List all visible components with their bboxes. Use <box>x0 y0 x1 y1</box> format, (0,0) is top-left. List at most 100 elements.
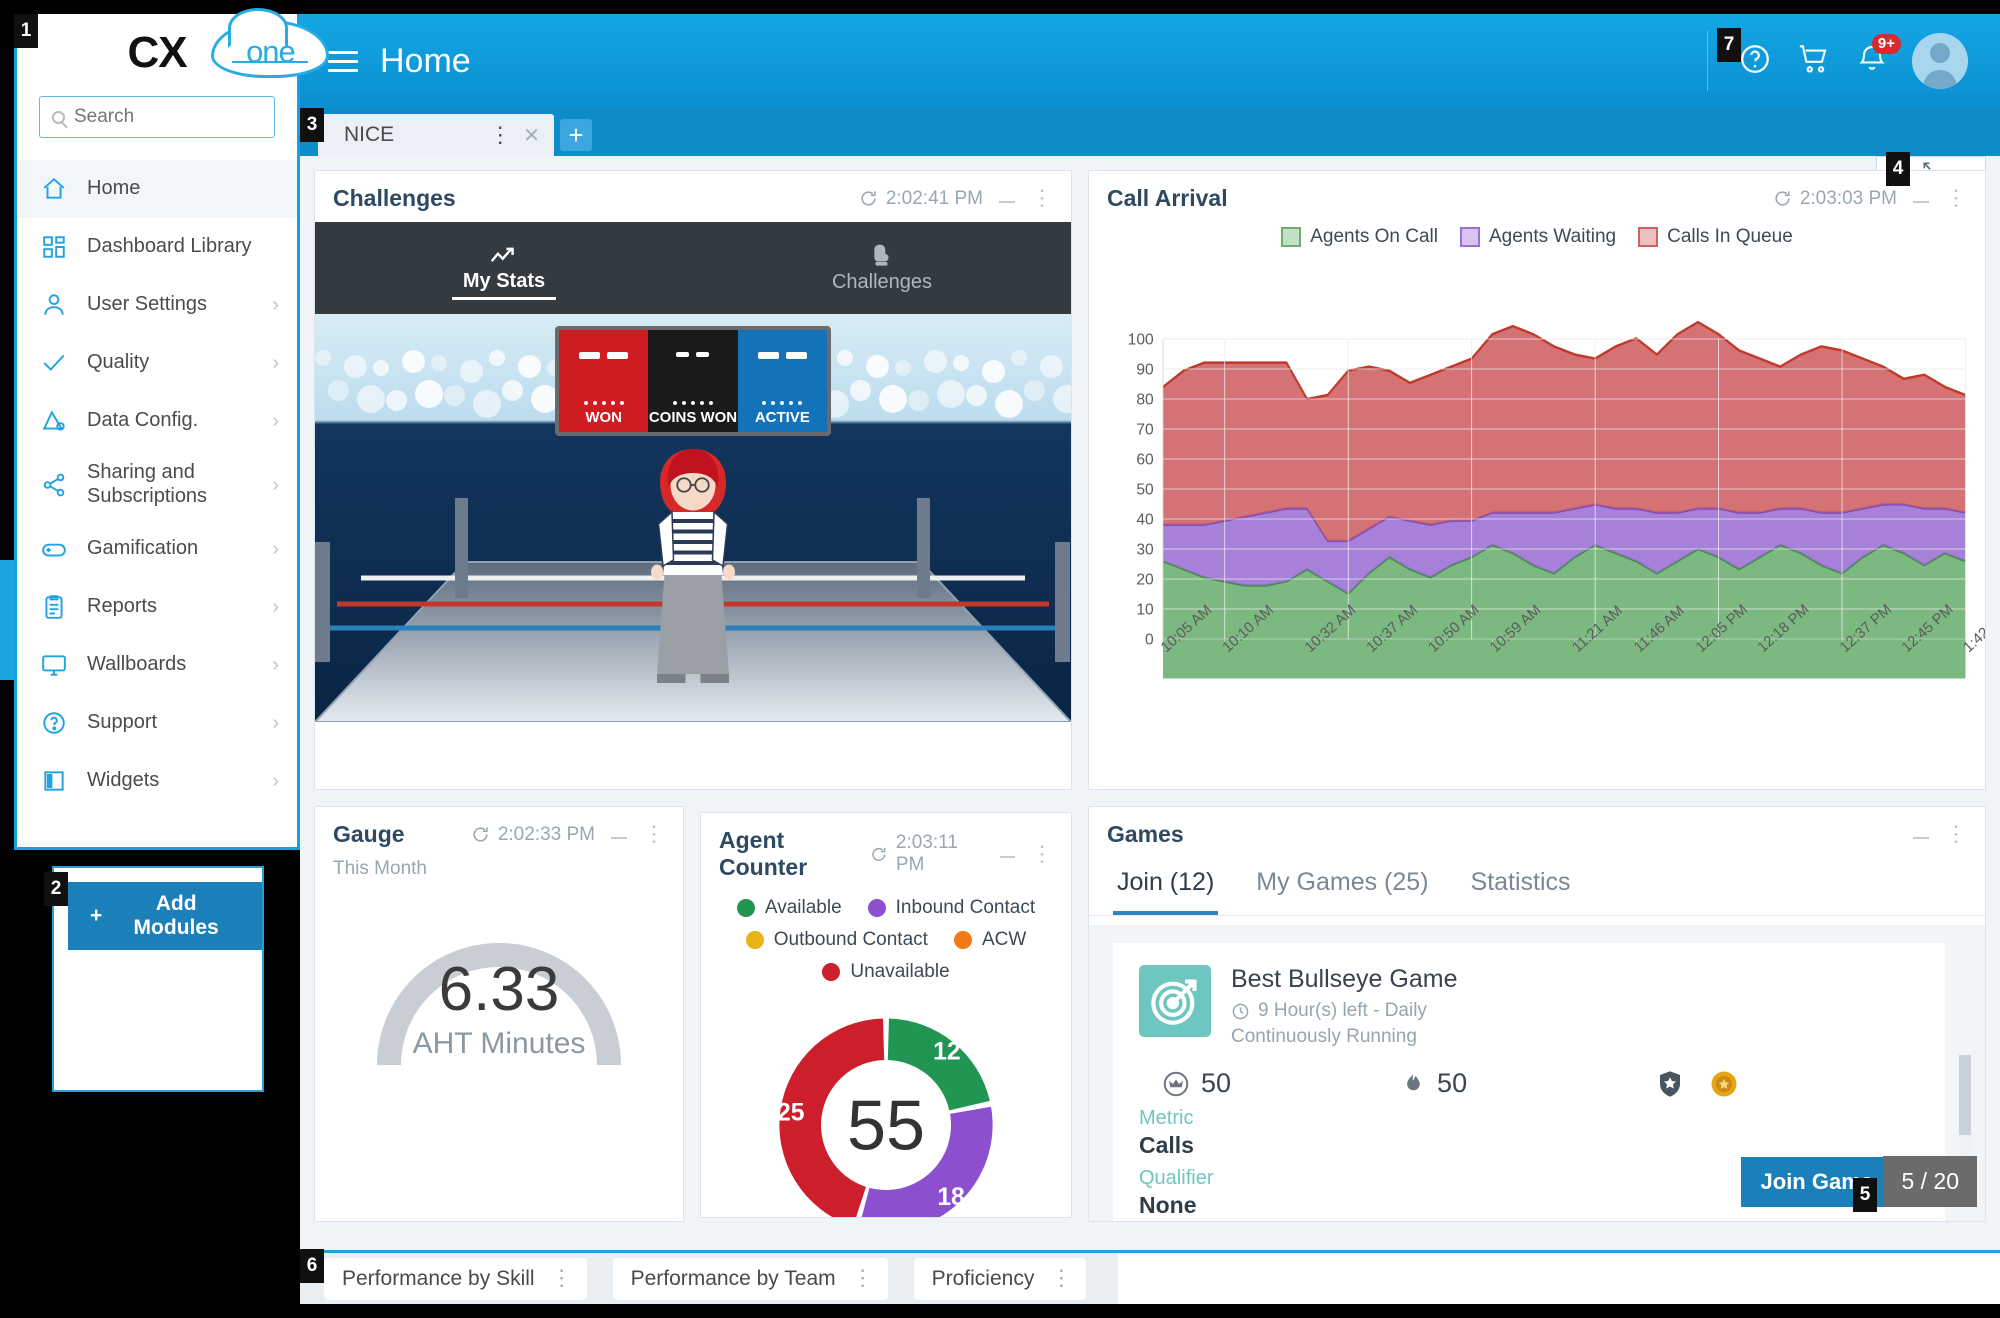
chevron-right-icon: › <box>272 769 279 792</box>
data-config-icon <box>41 408 67 434</box>
challenges-menu-icon[interactable]: ⋮ <box>1031 187 1053 209</box>
agent-legend-available: Available <box>736 897 842 919</box>
monitor-icon <box>41 652 67 678</box>
challenges-title: Challenges <box>333 185 456 211</box>
agent-counter-menu-icon[interactable]: ⋮ <box>1031 842 1053 864</box>
chevron-right-icon: › <box>272 409 279 432</box>
legend-label: Agents Waiting <box>1489 226 1617 247</box>
shield-badge-icon <box>1660 1070 1681 1097</box>
sidebar-item-wallboards[interactable]: Wallboards › <box>17 636 297 694</box>
agent-legend-acw: ACW <box>953 929 1026 951</box>
game-time-left-text: 9 Hour(s) left - Daily <box>1258 1000 1427 1021</box>
games-tab-statistics[interactable]: Statistics <box>1467 862 1575 915</box>
sidebar-item-quality[interactable]: Quality › <box>17 334 297 392</box>
games-title: Games <box>1107 821 1184 847</box>
dashboard-tabstrip: NICE ⋮ ✕ + <box>300 108 2000 156</box>
legend-dot <box>953 931 972 949</box>
chevron-right-icon: › <box>272 351 279 374</box>
bell-icon[interactable]: 9+ <box>1856 33 1901 81</box>
scoreboard-cell-coins-won: COINS WON <box>648 330 738 432</box>
minimize-icon[interactable] <box>611 836 627 839</box>
screenshot-root: CX one Home Dashboard Library User Setting… <box>0 0 2000 1318</box>
call-arrival-header: Call Arrival 2:03:03 PM ⋮ <box>1089 171 1985 222</box>
svg-text:50: 50 <box>1136 481 1154 498</box>
sidebar-item-widgets[interactable]: Widgets › <box>17 752 297 810</box>
bottom-tab-performance-by-skill[interactable]: Performance by Skill ⋮ <box>324 1257 587 1300</box>
svg-text:12:18 PM: 12:18 PM <box>1755 602 1813 656</box>
dashboard-tab-menu-icon[interactable]: ⋮ <box>489 123 511 145</box>
help-circle-icon[interactable] <box>1738 42 1772 81</box>
close-icon[interactable]: ✕ <box>523 123 540 148</box>
cart-icon[interactable] <box>1796 42 1832 81</box>
challenges-refresh[interactable]: 2:02:41 PM <box>859 188 983 210</box>
bottom-tab-label: Performance by Team <box>630 1266 836 1290</box>
bottom-tab-menu-icon[interactable]: ⋮ <box>1050 1267 1072 1289</box>
call-arrival-refresh[interactable]: 2:03:03 PM <box>1773 188 1897 210</box>
chevron-right-icon: › <box>272 653 279 676</box>
minimize-icon[interactable] <box>1000 856 1015 858</box>
bottom-tab-proficiency[interactable]: Proficiency ⋮ <box>913 1257 1087 1300</box>
sidebar-item-data-config[interactable]: Data Config. › <box>17 392 297 450</box>
dashboard-tab-nice[interactable]: NICE ⋮ ✕ <box>318 114 554 156</box>
legend-label: Outbound Contact <box>773 929 928 950</box>
sidebar-item-support[interactable]: Support › <box>17 694 297 752</box>
svg-text:10:37 AM: 10:37 AM <box>1364 602 1421 656</box>
games-tab-join-12[interactable]: Join (12) <box>1113 862 1219 915</box>
add-dashboard-tab-button[interactable]: + <box>560 119 592 151</box>
sidebar-item-label: User Settings <box>87 293 208 316</box>
bottom-tab-performance-by-team[interactable]: Performance by Team ⋮ <box>612 1257 888 1300</box>
challenges-arena: WON COINS WON ACTIVE <box>315 314 1071 722</box>
svg-text:10: 10 <box>1136 601 1154 618</box>
widget-games: Games ⋮ Join (12) My Games (25) Statistics <box>1088 806 1986 1222</box>
page-title: Home <box>380 41 471 80</box>
sidebar-item-gamification[interactable]: Gamification › <box>17 520 297 578</box>
widget-agent-counter: Agent Counter 2:03:11 PM ⋮ Available Inb… <box>700 812 1072 1218</box>
game-flame-points: 50 <box>1399 1068 1467 1099</box>
agent-counter-refresh[interactable]: 2:03:11 PM <box>870 832 984 876</box>
hamburger-menu-icon[interactable] <box>328 45 358 78</box>
sidebar-item-user-settings[interactable]: User Settings › <box>17 276 297 334</box>
minimize-icon[interactable] <box>999 200 1015 203</box>
minimize-icon[interactable] <box>1913 836 1929 839</box>
svg-text:12:37 PM: 12:37 PM <box>1837 602 1895 656</box>
sidebar-item-home[interactable]: Home <box>17 160 297 218</box>
games-tab-my-games-25[interactable]: My Games (25) <box>1252 862 1432 915</box>
annotation-badge-1: 1 <box>14 14 38 48</box>
challenges-tab-my-stats[interactable]: My Stats <box>315 222 693 314</box>
logo-cx-text: CX <box>127 28 187 77</box>
minimize-icon[interactable] <box>1913 200 1929 203</box>
bottom-tab-menu-icon[interactable]: ⋮ <box>551 1267 573 1289</box>
gauge-refresh[interactable]: 2:02:33 PM <box>471 824 595 846</box>
bottom-tabbar-filler <box>1118 1253 2000 1304</box>
bottom-tab-menu-icon[interactable]: ⋮ <box>852 1267 874 1289</box>
home-icon <box>41 176 67 202</box>
scoreboard-value <box>757 352 807 359</box>
sidebar-item-label: Quality <box>87 351 150 374</box>
game-join-counter: 5 / 20 <box>1883 1156 1977 1207</box>
sidebar-item-reports[interactable]: Reports › <box>17 578 297 636</box>
add-modules-button[interactable]: + Add Modules <box>68 882 262 950</box>
sidebar-item-dashboard-library[interactable]: Dashboard Library <box>17 218 297 276</box>
sidebar-item-label: Gamification <box>87 537 199 560</box>
boxing-glove-icon <box>874 244 889 266</box>
scoreboard-caption: ACTIVE <box>754 409 810 426</box>
avatar[interactable] <box>1912 33 1968 89</box>
call-arrival-menu-icon[interactable]: ⋮ <box>1945 187 1967 209</box>
agent-counter-timestamp: 2:03:11 PM <box>895 832 958 875</box>
scoreboard-dots <box>672 401 713 405</box>
annotation-badge-5: 5 <box>1853 1178 1877 1212</box>
search-input[interactable] <box>74 106 319 128</box>
agent-legend-inbound-contact: Inbound Contact <box>867 897 1036 919</box>
games-menu-icon[interactable]: ⋮ <box>1945 823 1967 845</box>
gauge-menu-icon[interactable]: ⋮ <box>643 823 665 845</box>
svg-text:11:21 AM: 11:21 AM <box>1570 603 1626 656</box>
scoreboard-dots <box>583 401 624 405</box>
search-box[interactable] <box>39 96 319 138</box>
challenges-tab-challenges[interactable]: Challenges <box>693 222 1071 314</box>
sidebar-item-sharing-and-subscriptions[interactable]: Sharing and Subscriptions › <box>17 450 297 520</box>
legend-label: Available <box>764 897 842 918</box>
legend-dot <box>745 931 764 949</box>
legend-label: Inbound Contact <box>895 897 1036 918</box>
clock-icon <box>1232 1003 1249 1019</box>
challenges-tab-label: My Stats <box>462 269 546 292</box>
